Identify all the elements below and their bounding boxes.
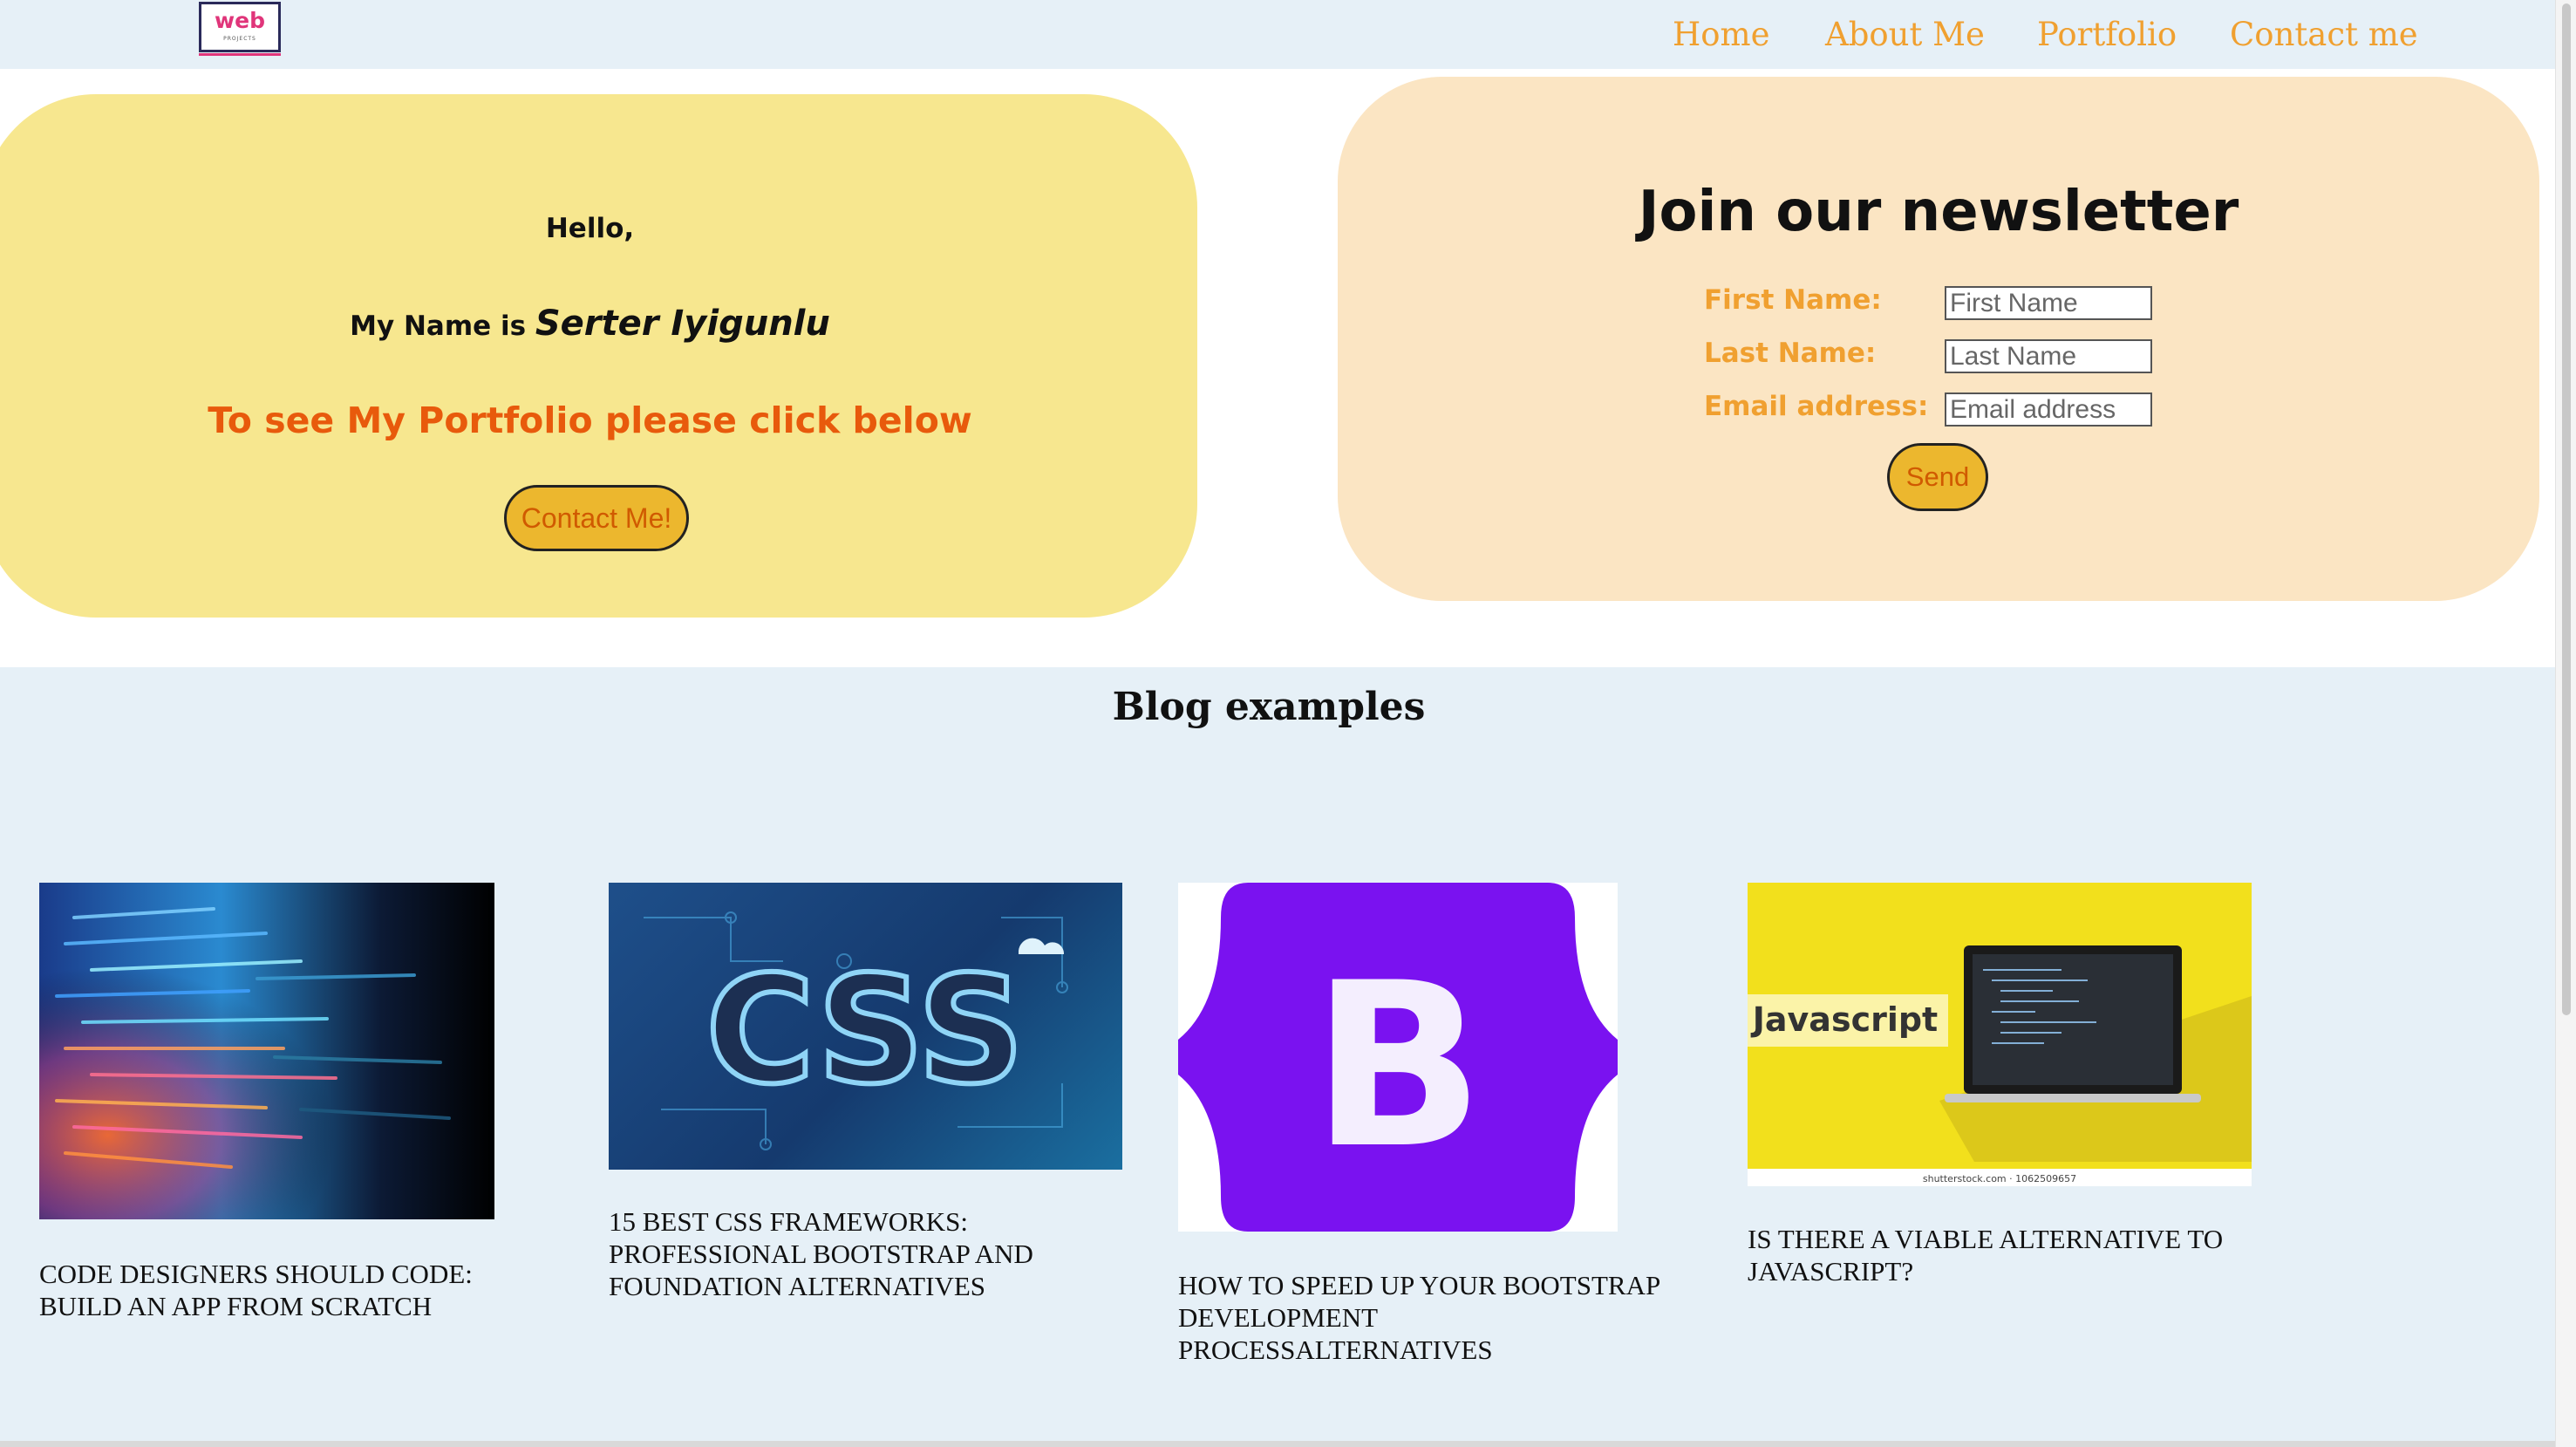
caption-line: PROFESSIONAL BOOTSTRAP AND: [609, 1239, 1033, 1269]
contact-me-button[interactable]: Contact Me!: [504, 485, 689, 551]
nav-link-portfolio[interactable]: Portfolio: [2037, 12, 2177, 58]
image-credit-text: shutterstock.com · 1062509657: [1923, 1173, 2076, 1184]
newsletter-title: Join our newsletter: [1638, 180, 2239, 244]
person-name: Serter Iyigunlu: [535, 304, 830, 344]
logo-text: web: [215, 8, 265, 33]
last-name-input[interactable]: [1945, 339, 2152, 373]
blog-post-1-image[interactable]: [39, 883, 494, 1219]
css-image-text: CSS: [705, 945, 1024, 1117]
css-logo-icon: CSS: [644, 911, 1068, 1150]
javascript-laptop-icon: Javascript shutterstock.com · 1062509657: [1748, 945, 2252, 1186]
blog-post-3-image[interactable]: B: [1178, 883, 1618, 1232]
name-prefix: My Name is: [350, 311, 527, 342]
top-navigation: web PROJECTS Home About Me Portfolio Con…: [0, 0, 2555, 69]
caption-line: PROCESSALTERNATIVES: [1178, 1334, 1493, 1365]
caption-line: JAVASCRIPT?: [1748, 1256, 1914, 1287]
caption-line: IS THERE A VIABLE ALTERNATIVE TO: [1748, 1224, 2224, 1254]
last-name-label: Last Name:: [1704, 338, 1877, 369]
bootstrap-image-text: B: [1312, 935, 1484, 1198]
caption-line: DEVELOPMENT: [1178, 1302, 1379, 1333]
caption-line: FOUNDATION ALTERNATIVES: [609, 1271, 986, 1301]
blog-section-title: Blog examples: [1112, 685, 1426, 729]
caption-line: BUILD AN APP FROM SCRATCH: [39, 1291, 433, 1321]
bootstrap-logo-icon: B: [1178, 883, 1618, 1232]
hero-greeting: Hello,: [545, 213, 635, 244]
hero-name-line: My Name is Serter Iyigunlu: [0, 304, 1197, 344]
site-logo[interactable]: web PROJECTS: [199, 2, 281, 56]
blog-post-4-image[interactable]: Javascript shutterstock.com · 1062509657: [1748, 883, 2252, 1186]
logo-underline: [199, 53, 281, 56]
vertical-scrollbar-thumb[interactable]: [2562, 3, 2571, 1015]
email-input[interactable]: [1945, 392, 2152, 427]
javascript-image-text: Javascript: [1750, 1000, 1938, 1039]
code-screen-icon: [39, 883, 494, 1219]
first-name-input[interactable]: [1945, 286, 2152, 320]
blog-post-1-caption[interactable]: CODE DESIGNERS SHOULD CODE: BUILD AN APP…: [39, 1258, 473, 1322]
newsletter-card: Join our newsletter First Name: Last Nam…: [1338, 77, 2539, 601]
blog-post-2-image[interactable]: CSS: [609, 883, 1122, 1170]
nav-link-home[interactable]: Home: [1673, 12, 1770, 58]
email-label: Email address:: [1704, 391, 1929, 422]
caption-line: 15 BEST CSS FRAMEWORKS:: [609, 1206, 969, 1237]
nav-link-contact-me[interactable]: Contact me: [2230, 12, 2418, 58]
caption-line: HOW TO SPEED UP YOUR BOOTSTRAP: [1178, 1270, 1661, 1300]
send-button[interactable]: Send: [1887, 443, 1988, 511]
logo-subtext: PROJECTS: [223, 36, 256, 42]
hero-call-to-action: To see My Portfolio please click below: [208, 399, 972, 441]
nav-link-about-me[interactable]: About Me: [1825, 12, 1985, 58]
first-name-label: First Name:: [1704, 284, 1882, 316]
intro-card: Hello, My Name is Serter Iyigunlu To see…: [0, 94, 1197, 618]
caption-line: CODE DESIGNERS SHOULD CODE:: [39, 1259, 473, 1289]
blog-post-4-caption[interactable]: IS THERE A VIABLE ALTERNATIVE TO JAVASCR…: [1748, 1223, 2223, 1287]
horizontal-scrollbar[interactable]: [0, 1441, 2555, 1447]
blog-section: Blog examples CODE DESIGNERS SHOULD CODE…: [0, 667, 2555, 1447]
blog-post-2-caption[interactable]: 15 BEST CSS FRAMEWORKS: PROFESSIONAL BOO…: [609, 1205, 1033, 1302]
blog-post-3-caption[interactable]: HOW TO SPEED UP YOUR BOOTSTRAP DEVELOPME…: [1178, 1269, 1660, 1366]
